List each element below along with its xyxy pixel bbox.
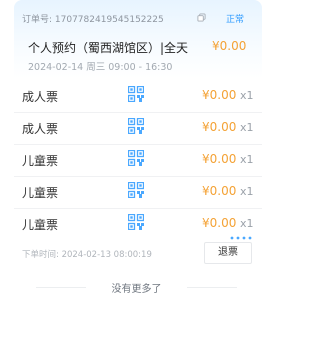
ticket-price: ¥0.00	[202, 152, 237, 166]
ticket-quantity: x1	[240, 121, 254, 134]
qrcode-icon[interactable]	[128, 86, 144, 102]
ticket-name: 儿童票	[22, 186, 59, 200]
ticket-quantity: x1	[240, 89, 254, 102]
order-card: 订单号: 1707782419545152225 正常 个人预约（蜀西湖馆区）|…	[14, 0, 262, 268]
order-amount: ¥0.00	[212, 39, 247, 53]
qrcode-icon[interactable]	[128, 118, 144, 134]
visit-datetime: 2024-02-14 周三 09:00 - 16:30	[28, 62, 173, 73]
ticket-quantity: x1	[240, 217, 254, 230]
order-time-label: 下单时间:	[22, 250, 62, 260]
ticket-row: 儿童票 ¥0.00 x1	[14, 176, 262, 209]
refund-button[interactable]: 退票	[204, 242, 252, 264]
order-number-label: 订单号:	[22, 15, 55, 25]
ticket-quantity: x1	[240, 153, 254, 166]
order-status-badge: 正常	[226, 15, 245, 25]
ticket-price: ¥0.00	[202, 88, 237, 102]
ticket-price: ¥0.00	[202, 216, 237, 230]
ticket-quantity: x1	[240, 185, 254, 198]
order-title: 个人预约（蜀西湖馆区）|全天	[28, 41, 189, 55]
order-time: 下单时间: 2024-02-13 08:00:19	[22, 248, 152, 260]
ticket-row: 成人票 ¥0.00 x1	[14, 112, 262, 145]
ticket-name: 儿童票	[22, 218, 59, 232]
ticket-row: 儿童票 ¥0.00 x1	[14, 144, 262, 177]
copy-icon[interactable]	[197, 13, 206, 22]
divider-right	[187, 287, 237, 288]
qrcode-icon[interactable]	[128, 182, 144, 198]
order-number-value: 1707782419545152225	[54, 15, 164, 25]
more-dots-icon[interactable]	[230, 236, 252, 240]
qrcode-icon[interactable]	[128, 150, 144, 166]
ticket-row: 成人票 ¥0.00 x1	[14, 80, 262, 113]
ticket-price: ¥0.00	[202, 120, 237, 134]
order-number: 订单号: 1707782419545152225	[22, 12, 198, 25]
ticket-name: 儿童票	[22, 154, 59, 168]
ticket-price: ¥0.00	[202, 184, 237, 198]
ticket-name: 成人票	[22, 90, 59, 104]
qrcode-icon[interactable]	[128, 214, 144, 230]
order-time-value: 2024-02-13 08:00:19	[61, 250, 152, 260]
ticket-row: 儿童票 ¥0.00 x1	[14, 208, 262, 240]
ticket-name: 成人票	[22, 122, 59, 136]
